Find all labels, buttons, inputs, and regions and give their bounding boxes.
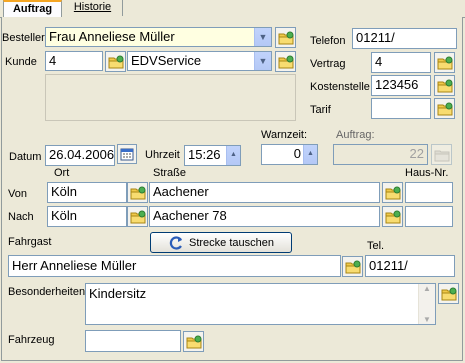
nach-ort-input[interactable]: Köln <box>47 206 127 227</box>
kunde-number-value: 4 <box>49 53 57 68</box>
besteller-label: Besteller <box>2 32 45 44</box>
von-ort-folder-button[interactable] <box>127 182 148 203</box>
uhrzeit-input[interactable]: 15:26 ▲▼ <box>184 145 241 166</box>
fahrzeug-input[interactable] <box>85 330 181 352</box>
telefon-value: 01211/ <box>356 30 395 45</box>
vertrag-folder-button[interactable] <box>434 52 455 73</box>
fahrgast-folder-button[interactable] <box>342 256 363 277</box>
fahrgast-label: Fahrgast <box>8 236 52 248</box>
telefon-input[interactable]: 01211/ <box>352 28 457 49</box>
folder-icon <box>130 210 145 223</box>
folder-icon <box>130 186 145 199</box>
von-strasse-value: Aachener <box>153 184 209 199</box>
kostenstelle-value: 123456 <box>375 77 419 92</box>
folder-icon <box>278 55 293 68</box>
chevron-down-icon[interactable]: ▼ <box>254 52 271 70</box>
tarif-label: Tarif <box>310 104 331 116</box>
vertrag-value: 4 <box>375 54 383 69</box>
folder-icon <box>108 55 123 68</box>
calendar-button[interactable] <box>117 144 137 164</box>
warnzeit-value: 0 <box>293 146 301 161</box>
swap-icon <box>169 235 182 250</box>
kunde-number-input[interactable]: 4 <box>45 51 103 71</box>
nach-strasse-folder-button[interactable] <box>382 206 403 227</box>
uhrzeit-value: 15:26 <box>188 147 221 162</box>
tarif-input[interactable] <box>371 98 431 119</box>
fahrgast-value: Herr Anneliese Müller <box>12 258 137 273</box>
kunde-label: Kunde <box>5 56 37 68</box>
tab-auftrag[interactable]: Auftrag <box>3 0 62 18</box>
nach-label: Nach <box>8 211 34 223</box>
fahrgast-input[interactable]: Herr Anneliese Müller <box>8 255 341 277</box>
folder-icon <box>345 260 360 273</box>
folder-icon <box>441 287 456 300</box>
tel-input[interactable]: 01211/ <box>365 255 455 277</box>
von-strasse-folder-button[interactable] <box>382 182 403 203</box>
folder-icon <box>434 150 449 161</box>
von-hausnr-input[interactable] <box>405 182 453 203</box>
fahrzeug-folder-button[interactable] <box>183 331 204 352</box>
auftrag-folder-button <box>431 144 452 165</box>
ort-header: Ort <box>54 167 70 179</box>
kunde-name-folder-button[interactable] <box>275 51 296 72</box>
telefon-label: Telefon <box>310 35 346 47</box>
datum-label: Datum <box>9 151 42 163</box>
strasse-header: Straße <box>153 167 187 179</box>
folder-icon <box>437 79 452 92</box>
hausnr-header: Haus-Nr. <box>405 167 449 179</box>
besteller-combobox[interactable]: Frau Anneliese Müller ▼ <box>45 27 272 47</box>
besonderheiten-label: Besonderheiten <box>8 286 86 298</box>
von-label: Von <box>8 188 27 200</box>
kunde-name-combobox[interactable]: EDVService ▼ <box>127 51 272 71</box>
tab-historie[interactable]: Historie <box>63 0 123 16</box>
auftrag-value: 22 <box>409 146 424 161</box>
strecke-tauschen-button[interactable]: Strecke tauschen <box>150 232 292 253</box>
besteller-value: Frau Anneliese Müller <box>49 29 175 44</box>
kostenstelle-input[interactable]: 123456 <box>371 75 431 96</box>
vertrag-input[interactable]: 4 <box>371 52 431 73</box>
besteller-folder-button[interactable] <box>275 27 296 48</box>
strecke-tauschen-label: Strecke tauschen <box>189 236 274 249</box>
kunde-folder-button[interactable] <box>105 51 126 72</box>
folder-icon <box>385 210 400 223</box>
chevron-down-icon[interactable]: ▼ <box>254 28 271 46</box>
besonderheiten-value: Kindersitz <box>89 286 147 301</box>
nach-strasse-input[interactable]: Aachener 78 <box>149 206 380 227</box>
warnzeit-label: Warnzeit: <box>261 129 308 141</box>
folder-icon <box>278 31 293 44</box>
warnzeit-input[interactable]: 0 ▲▼ <box>261 144 318 165</box>
auftrag-input: 22 <box>333 144 428 165</box>
datum-input[interactable]: 26.04.2006 <box>45 145 115 166</box>
folder-icon <box>186 335 201 348</box>
calendar-icon <box>120 148 134 160</box>
nach-ort-value: Köln <box>51 208 78 223</box>
folder-icon <box>437 102 452 115</box>
folder-icon <box>437 56 452 69</box>
uhrzeit-label: Uhrzeit <box>145 149 180 161</box>
nach-hausnr-input[interactable] <box>405 206 453 227</box>
tel-value: 01211/ <box>369 258 408 273</box>
kunde-name-value: EDVService <box>131 53 202 68</box>
besonderheiten-folder-button[interactable] <box>438 283 459 304</box>
kostenstelle-folder-button[interactable] <box>434 75 455 96</box>
nach-ort-folder-button[interactable] <box>127 206 148 227</box>
besonderheiten-scrollbar[interactable]: ▲ ▼ <box>418 284 435 324</box>
nach-strasse-value: Aachener 78 <box>153 208 227 223</box>
tarif-folder-button[interactable] <box>434 98 455 119</box>
von-strasse-input[interactable]: Aachener <box>149 182 380 203</box>
besonderheiten-memo[interactable]: Kindersitz ▲ ▼ <box>85 283 436 325</box>
warnzeit-spinner[interactable]: ▲▼ <box>303 145 317 164</box>
kunde-details-box <box>45 74 296 121</box>
datum-value: 26.04.2006 <box>49 147 115 162</box>
tel-label: Tel. <box>367 240 385 252</box>
folder-icon <box>385 186 400 199</box>
kostenstelle-label: Kostenstelle <box>310 81 370 93</box>
von-ort-value: Köln <box>51 184 78 199</box>
vertrag-label: Vertrag <box>310 58 346 70</box>
von-ort-input[interactable]: Köln <box>47 182 127 203</box>
auftrag-label: Auftrag: <box>336 129 375 141</box>
tab-strip: Auftrag Historie <box>0 0 465 18</box>
fahrzeug-label: Fahrzeug <box>8 334 55 346</box>
uhrzeit-spinner[interactable]: ▲▼ <box>226 146 240 165</box>
